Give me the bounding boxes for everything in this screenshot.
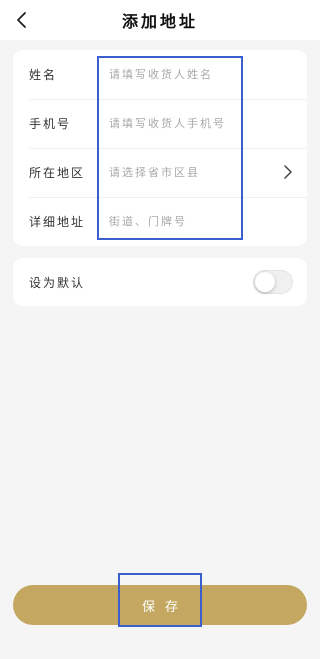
region-row[interactable]: 所在地区	[13, 148, 307, 197]
phone-input[interactable]	[109, 108, 249, 139]
name-label: 姓名	[29, 68, 58, 82]
default-setting-card: 设为默认	[13, 258, 307, 306]
name-input[interactable]	[109, 59, 249, 90]
detail-row: 详细地址	[13, 197, 307, 246]
save-button-label: 保存	[141, 598, 188, 614]
region-label: 所在地区	[29, 166, 86, 180]
detail-label: 详细地址	[29, 215, 86, 229]
region-picker[interactable]	[109, 157, 249, 188]
page-title: 添加地址	[121, 12, 198, 31]
detail-address-input[interactable]	[109, 206, 249, 237]
phone-row: 手机号	[13, 99, 307, 148]
name-row: 姓名	[13, 50, 307, 99]
address-form-card: 姓名 手机号 所在地区 详细地址	[13, 50, 307, 246]
phone-label: 手机号	[29, 117, 72, 131]
back-button[interactable]	[10, 8, 34, 32]
chevron-left-icon	[17, 12, 26, 28]
default-label: 设为默认	[29, 276, 86, 290]
save-button[interactable]: 保存	[13, 585, 307, 625]
toggle-knob	[255, 272, 275, 292]
chevron-right-icon	[284, 165, 292, 179]
top-bar: 添加地址	[0, 0, 320, 40]
default-toggle[interactable]	[253, 270, 293, 294]
